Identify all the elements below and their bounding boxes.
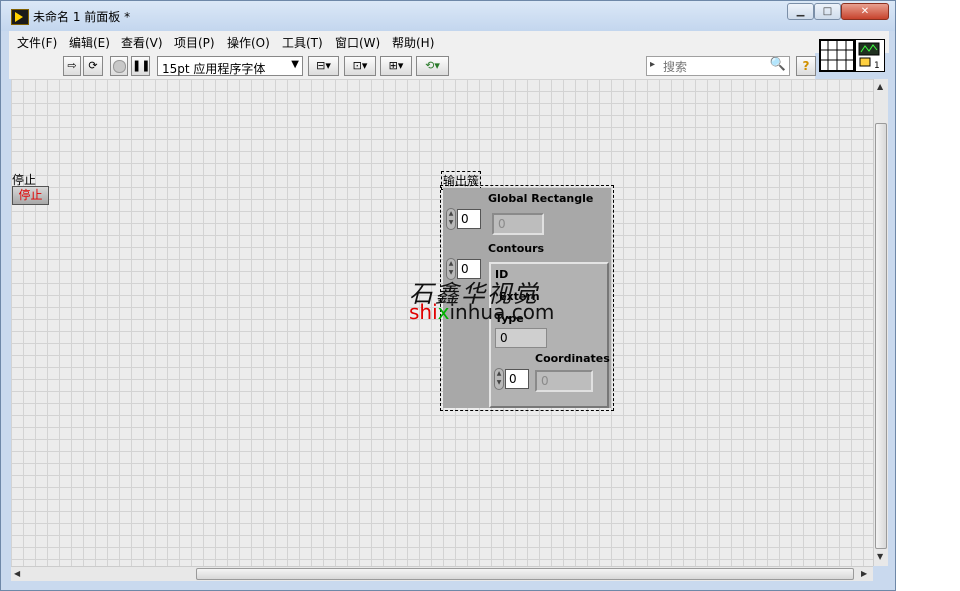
- context-help-button[interactable]: ?: [796, 56, 816, 76]
- global-rectangle-index-value[interactable]: 0: [457, 209, 481, 229]
- pause-icon[interactable]: ❚❚: [131, 56, 150, 76]
- resize-objects-icon[interactable]: ⊞▾: [380, 56, 412, 76]
- menu-project[interactable]: 项目(P): [174, 34, 215, 51]
- menu-view[interactable]: 查看(V): [121, 34, 163, 51]
- minimize-button[interactable]: ▁: [787, 3, 814, 20]
- menu-tools[interactable]: 工具(T): [282, 34, 323, 51]
- close-button[interactable]: ✕: [841, 3, 889, 20]
- title-bar[interactable]: 未命名 1 前面板 * ▁ □ ✕: [1, 1, 895, 31]
- watermark-logo: 石鑫华视觉 shixinhua.com: [409, 274, 559, 326]
- contours-label: Contours: [488, 242, 545, 255]
- font-select[interactable]: 15pt 应用程序字体 ▼: [157, 56, 303, 76]
- increment-decrement-icon[interactable]: ▲ ▼: [446, 208, 456, 230]
- search-input[interactable]: [661, 58, 769, 75]
- connector-pane-icon[interactable]: [819, 39, 855, 72]
- coordinates-index-value[interactable]: 0: [505, 369, 529, 389]
- maximize-button[interactable]: □: [814, 3, 841, 20]
- scroll-left-icon[interactable]: ◀: [14, 569, 20, 578]
- labview-window: 未命名 1 前面板 * ▁ □ ✕ 文件(F) 编辑(E) 查看(V) 项目(P…: [0, 0, 896, 591]
- type-value: 0: [495, 328, 547, 348]
- scroll-right-icon[interactable]: ▶: [861, 569, 867, 578]
- global-rectangle-index[interactable]: ▲ ▼ 0: [446, 208, 482, 230]
- menu-file[interactable]: 文件(F): [17, 34, 57, 51]
- horizontal-scroll-thumb[interactable]: [196, 568, 854, 580]
- watermark-mid: inhua: [449, 300, 506, 324]
- menu-window[interactable]: 窗口(W): [335, 34, 380, 51]
- connector-pane-grid: [820, 40, 854, 71]
- watermark-s: shi: [409, 300, 438, 324]
- align-objects-icon[interactable]: ⊟▾: [308, 56, 339, 76]
- increment-decrement-icon[interactable]: ▲ ▼: [494, 368, 504, 390]
- search-icon[interactable]: 🔍: [770, 57, 786, 72]
- run-continuously-icon[interactable]: ⟳: [83, 56, 103, 76]
- watermark-suffix: .com: [505, 300, 555, 324]
- window-title: 未命名 1 前面板 *: [33, 10, 131, 24]
- chevron-down-icon: ▼: [291, 59, 299, 70]
- global-rectangle-value: 0: [492, 213, 544, 235]
- menu-edit[interactable]: 编辑(E): [69, 34, 110, 51]
- coordinates-index[interactable]: ▲ ▼ 0: [494, 368, 530, 390]
- abort-execution-icon[interactable]: [110, 56, 128, 76]
- vertical-scroll-thumb[interactable]: [875, 123, 887, 549]
- vi-icon-graphic: 1: [858, 42, 880, 71]
- coordinates-value: 0: [535, 370, 593, 392]
- vi-icon[interactable]: 1: [855, 39, 885, 72]
- run-arrow-icon[interactable]: ⇨: [63, 56, 81, 76]
- watermark-domain: shixinhua.com: [409, 300, 554, 324]
- font-select-value: 15pt 应用程序字体: [162, 62, 266, 76]
- toolbar: ⇨ ⟳ ❚❚ 15pt 应用程序字体 ▼ ⊟▾ ⊡▾ ⊞▾ ⟲▾ ▸ 🔍 ?: [9, 53, 816, 79]
- menu-bar: 文件(F) 编辑(E) 查看(V) 项目(P) 操作(O) 工具(T) 窗口(W…: [9, 31, 889, 53]
- scroll-up-icon[interactable]: ▲: [877, 82, 883, 91]
- menu-operate[interactable]: 操作(O): [227, 34, 270, 51]
- menu-help[interactable]: 帮助(H): [392, 34, 434, 51]
- search-box[interactable]: ▸ 🔍: [646, 56, 790, 76]
- watermark-x: x: [437, 300, 450, 324]
- horizontal-scrollbar[interactable]: ◀ ▶: [11, 566, 873, 581]
- global-rectangle-label: Global Rectangle: [488, 192, 594, 205]
- stop-button[interactable]: 停止: [12, 186, 49, 205]
- scroll-down-icon[interactable]: ▼: [877, 552, 883, 561]
- reorder-icon[interactable]: ⟲▾: [416, 56, 449, 76]
- vertical-scrollbar[interactable]: ▲ ▼: [873, 79, 888, 566]
- distribute-objects-icon[interactable]: ⊡▾: [344, 56, 376, 76]
- coordinates-label: Coordinates: [535, 352, 610, 365]
- labview-app-icon: [11, 9, 29, 25]
- chevron-right-icon: ▸: [650, 59, 656, 70]
- svg-text:1: 1: [874, 61, 880, 71]
